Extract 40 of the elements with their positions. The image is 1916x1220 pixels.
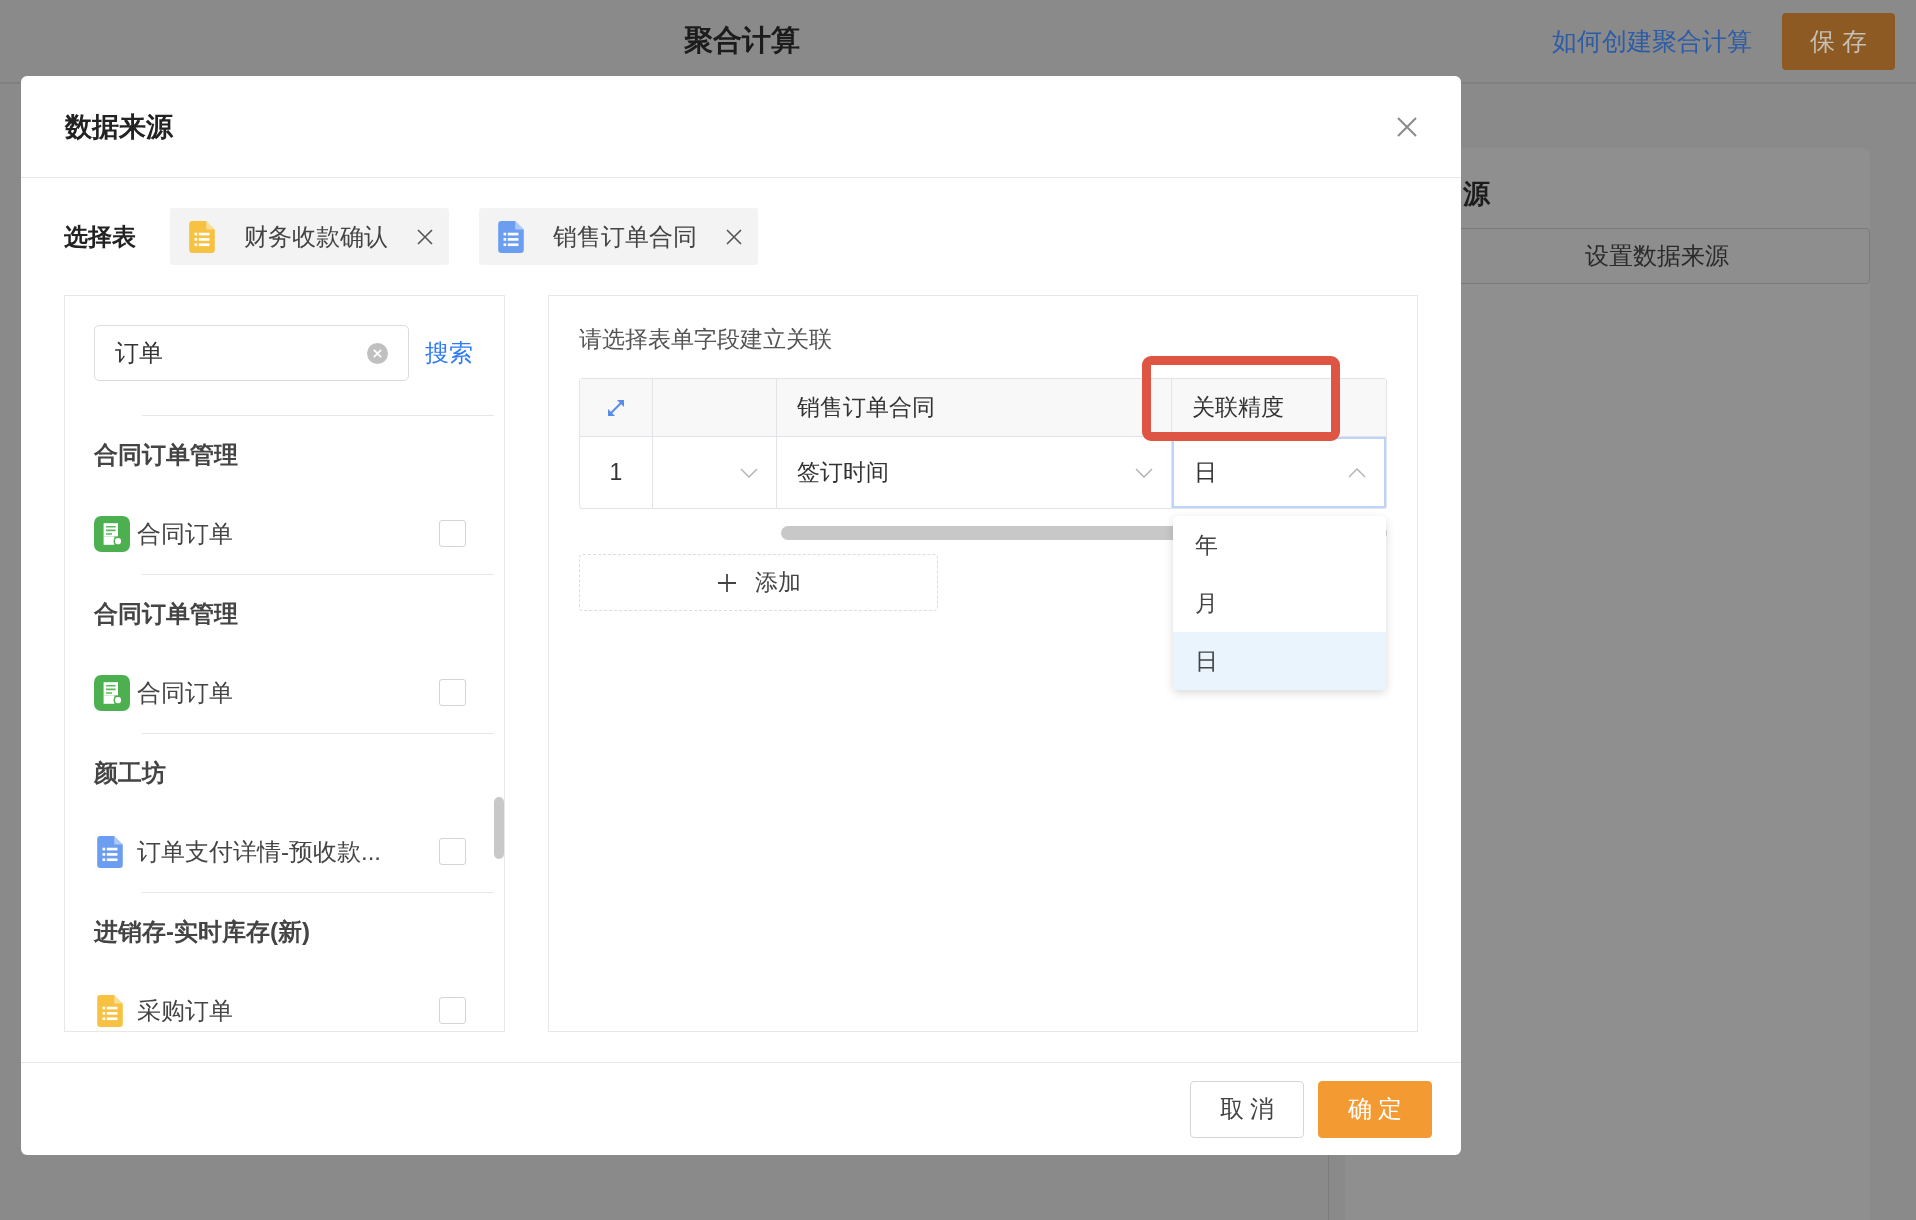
header-cell: 销售订单合同 [777,379,1172,436]
field-select[interactable]: 签订时间 [777,437,1172,508]
select-label: 选择表 [64,221,137,252]
tag-label: 财务收款确认 [244,221,388,252]
add-button[interactable]: 添加 [579,554,938,611]
remove-icon[interactable] [726,228,742,245]
dialog-title: 数据来源 [65,110,173,144]
search-field[interactable]: 订单 [94,325,409,381]
checkbox[interactable] [439,997,466,1024]
cancel-button[interactable]: 取 消 [1190,1080,1304,1138]
chevron-down-icon [1135,467,1153,478]
group-title: 进销存-实时库存(新) [94,916,310,947]
chevron-down-icon [740,467,758,478]
group-title: 合同订单管理 [94,439,238,470]
checkbox[interactable] [439,838,466,865]
group-title: 合同订单管理 [94,598,238,629]
close-icon[interactable] [1396,115,1418,138]
clear-icon[interactable] [367,342,388,364]
table-name: 合同订单 [137,677,234,708]
tag-label: 销售订单合同 [553,221,697,252]
checkbox[interactable] [439,520,466,547]
precision-select[interactable]: 日 [1172,437,1386,508]
search-link[interactable]: 搜索 [425,337,473,369]
instruction-text: 请选择表单字段建立关联 [579,326,832,352]
plus-icon [716,572,737,593]
page-title: 聚合计算 [684,23,800,58]
dropdown-option[interactable]: 日 [1173,632,1386,690]
remove-icon[interactable] [417,228,433,245]
chevron-up-icon [1348,467,1366,478]
table-name: 订单支付详情-预收款... [137,836,382,867]
dropdown-option[interactable]: 年 [1173,516,1386,574]
table-cell: 1 [580,437,653,508]
card-title: 源 [1463,179,1490,209]
table-name: 合同订单 [137,518,234,549]
group-title: 颜工坊 [94,757,166,788]
checkbox[interactable] [439,679,466,706]
dropdown-option[interactable]: 月 [1173,574,1386,632]
scrollbar-thumb[interactable] [494,797,504,859]
header-cell-text: 关联精度 [1191,393,1285,422]
table-name: 采购订单 [137,995,234,1026]
